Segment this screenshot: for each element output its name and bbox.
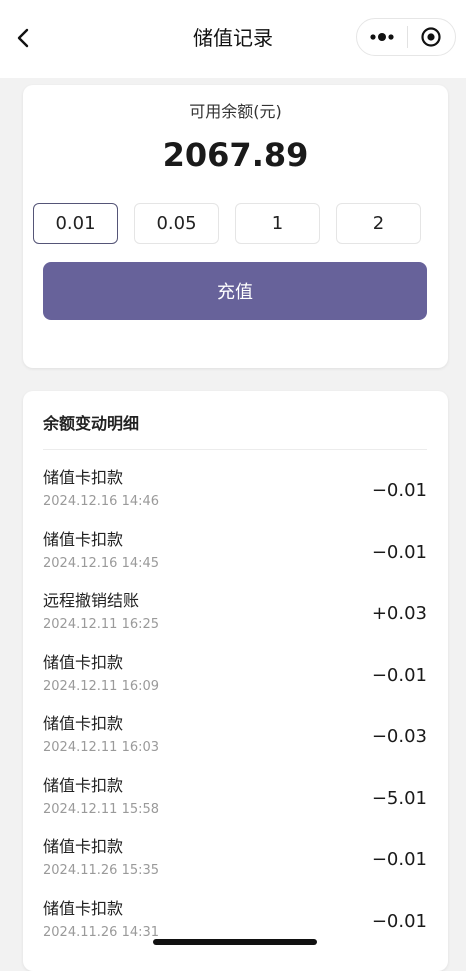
list-item[interactable]: 远程撤销结账 2024.12.11 16:25 +0.03 [43, 590, 427, 652]
item-name: 储值卡扣款 [43, 468, 124, 487]
target-circle-icon [421, 27, 441, 47]
item-amount: −0.01 [371, 664, 427, 686]
balance-detail-card: 余额变动明细 储值卡扣款 2024.12.16 14:46 −0.01 储值卡扣… [23, 391, 448, 971]
balance-amount: 2067.89 [162, 136, 309, 174]
item-amount: −0.01 [371, 480, 427, 501]
list-item[interactable]: 储值卡扣款 2024.12.11 16:09 −0.01 [43, 652, 427, 714]
item-time: 2024.12.11 16:25 [43, 617, 160, 632]
item-name: 储值卡扣款 [43, 714, 124, 733]
item-name: 储值卡扣款 [43, 652, 124, 672]
list-item[interactable]: 储值卡扣款 2024.12.11 16:03 −0.03 [43, 713, 427, 775]
mini-program-capsule [356, 18, 456, 56]
amount-option[interactable]: 1 [235, 203, 320, 244]
divider [43, 449, 427, 450]
balance-label: 可用余额(元) [189, 102, 282, 121]
amount-option[interactable]: 2 [336, 203, 421, 244]
item-time: 2024.12.11 16:09 [43, 678, 160, 694]
balance-card: 可用余额(元) 2067.89 0.01 0.05 1 2 充值 [23, 85, 448, 368]
recharge-button[interactable]: 充值 [43, 262, 427, 320]
item-name: 远程撤销结账 [43, 591, 140, 610]
item-time: 2024.12.16 14:45 [43, 555, 160, 571]
item-name: 储值卡扣款 [43, 775, 124, 795]
transaction-list: 储值卡扣款 2024.12.16 14:46 −0.01 储值卡扣款 2024.… [43, 467, 427, 959]
amount-option[interactable]: 0.01 [33, 203, 118, 244]
recharge-amount-options: 0.01 0.05 1 2 [33, 203, 421, 244]
item-amount: −0.01 [371, 849, 427, 870]
item-amount: −5.01 [371, 787, 427, 809]
list-item[interactable]: 储值卡扣款 2024.12.16 14:46 −0.01 [43, 467, 427, 529]
list-item[interactable]: 储值卡扣款 2024.12.11 15:58 −5.01 [43, 775, 427, 837]
item-amount: +0.03 [371, 603, 427, 624]
detail-title: 余额变动明细 [43, 414, 140, 433]
item-amount: −0.01 [371, 541, 427, 563]
item-time: 2024.12.11 16:03 [43, 740, 160, 755]
item-time: 2024.12.16 14:46 [43, 494, 160, 509]
item-name: 储值卡扣款 [43, 837, 124, 856]
close-mini-program-button[interactable] [407, 19, 455, 55]
item-name: 储值卡扣款 [43, 898, 124, 918]
item-name: 储值卡扣款 [43, 529, 124, 549]
item-time: 2024.11.26 15:35 [43, 863, 160, 878]
list-item[interactable]: 储值卡扣款 2024.12.16 14:45 −0.01 [43, 529, 427, 591]
item-time: 2024.12.11 15:58 [43, 801, 160, 817]
navigation-bar: 储值记录 [0, 0, 466, 78]
amount-option[interactable]: 0.05 [134, 203, 219, 244]
list-item[interactable]: 储值卡扣款 2024.11.26 14:31 −0.01 [43, 898, 427, 960]
more-dots-icon [370, 33, 394, 41]
home-indicator [153, 939, 317, 945]
more-button[interactable] [357, 19, 407, 55]
item-amount: −0.01 [371, 910, 427, 932]
item-amount: −0.03 [371, 726, 427, 747]
list-item[interactable]: 储值卡扣款 2024.11.26 15:35 −0.01 [43, 836, 427, 898]
item-time: 2024.11.26 14:31 [43, 924, 160, 940]
